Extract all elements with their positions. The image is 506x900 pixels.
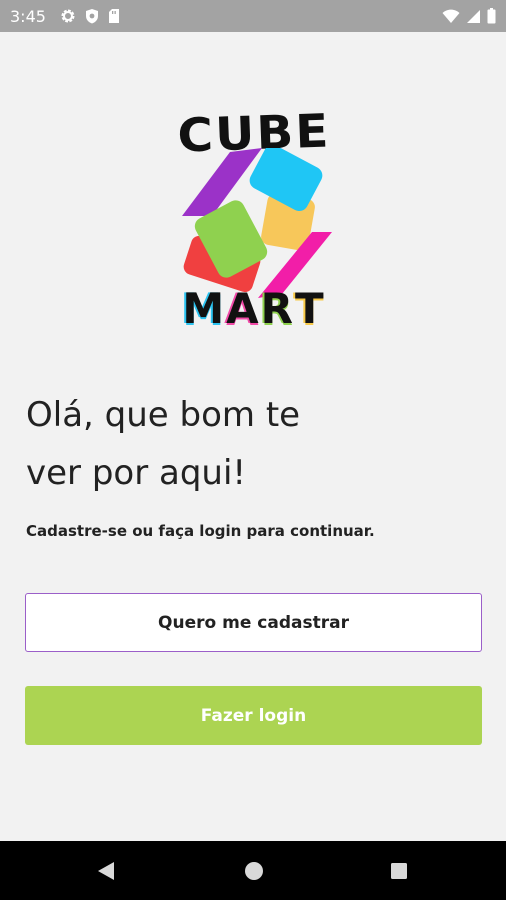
cube-mart-logo: CUBE M A R T: [168, 103, 340, 336]
cellular-signal-icon: [466, 9, 481, 24]
logo-letter-a: A: [226, 284, 261, 333]
recents-icon[interactable]: [383, 855, 415, 887]
register-button-label: Quero me cadastrar: [158, 612, 349, 633]
register-button[interactable]: Quero me cadastrar: [25, 593, 482, 652]
battery-icon: [487, 8, 496, 24]
sd-card-icon: [108, 8, 120, 24]
logo-letter-m: M: [182, 284, 227, 333]
shield-icon: [85, 8, 99, 24]
greeting-line-1: Olá, que bom te: [26, 395, 301, 435]
greeting-line-2: ver por aqui!: [26, 453, 247, 493]
logo-letter-t: T: [295, 284, 326, 333]
status-time: 3:45: [10, 6, 46, 26]
subtitle-text: Cadastre-se ou faça login para continuar…: [26, 522, 375, 540]
status-bar: 3:45: [0, 0, 506, 32]
status-system-icons: [442, 8, 496, 24]
logo-cube-art: [182, 148, 332, 298]
logo-letter-r: R: [260, 284, 295, 333]
back-icon[interactable]: [90, 855, 122, 887]
login-button-label: Fazer login: [200, 705, 307, 726]
login-button[interactable]: Fazer login: [25, 686, 482, 745]
app-screen: 3:45 CUBE M A R T Olá, que bom te ver po…: [0, 0, 506, 900]
greeting-heading: Olá, que bom te ver por aqui!: [26, 386, 466, 502]
gear-icon: [60, 8, 76, 24]
navigation-bar: [0, 841, 506, 900]
logo-word-mart: M A R T: [168, 284, 340, 333]
wifi-icon: [442, 9, 460, 24]
home-icon[interactable]: [238, 855, 270, 887]
status-notification-icons: [60, 8, 120, 24]
